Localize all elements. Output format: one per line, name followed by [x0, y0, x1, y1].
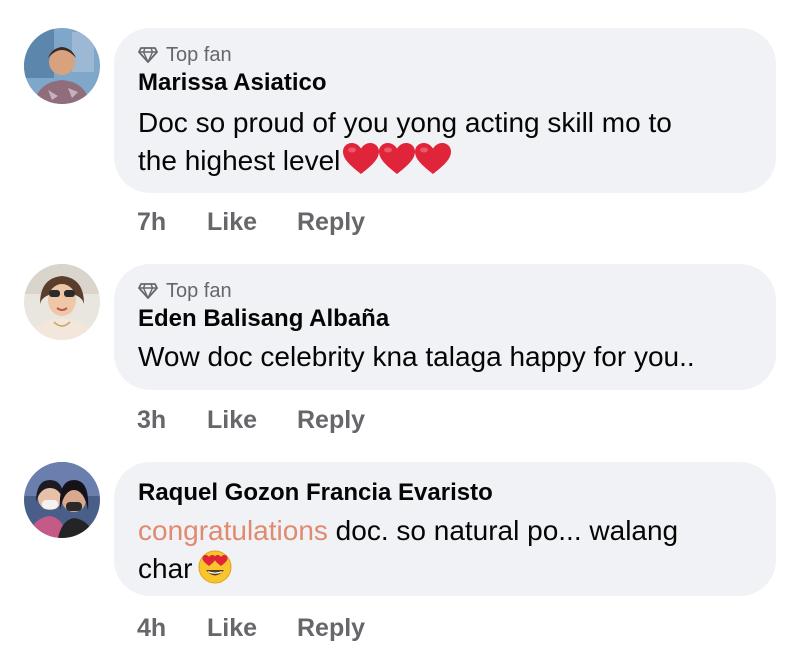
reply-button[interactable]: Reply — [297, 405, 365, 435]
avatar[interactable] — [24, 462, 100, 538]
like-button[interactable]: Like — [207, 207, 297, 237]
comment-text: Doc so proud of you yong acting skill mo… — [138, 104, 752, 186]
comment-author[interactable]: Marissa Asiatico — [138, 68, 752, 98]
reply-button[interactable]: Reply — [297, 613, 365, 643]
comment-bubble: Top fan Marissa Asiatico Doc so proud of… — [114, 28, 776, 193]
comment-text: Wow doc celebrity kna talaga happy for y… — [138, 338, 752, 376]
top-fan-label: Top fan — [166, 279, 232, 302]
like-button[interactable]: Like — [207, 613, 297, 643]
comment-text-fragment: doc. so natural po... walang — [327, 515, 679, 546]
comment-bubble: Top fan Eden Balisang Albaña Wow doc cel… — [114, 264, 776, 390]
comment-text-fragment: the highest level — [138, 145, 341, 176]
heart-icon — [378, 142, 416, 186]
comment-text-line: Wow doc celebrity kna talaga happy for y… — [138, 341, 695, 372]
heart-icon — [414, 142, 452, 186]
heart-icon — [342, 142, 380, 186]
comment-actions: 3h Like Reply — [137, 405, 365, 435]
like-button[interactable]: Like — [207, 405, 297, 435]
top-fan-label: Top fan — [166, 43, 232, 66]
top-fan-badge: Top fan — [138, 42, 752, 68]
comment-text-fragment: char — [138, 553, 193, 584]
comment-text-line: congratulations doc. so natural po... wa… — [138, 512, 752, 550]
top-fan-badge: Top fan — [138, 278, 752, 304]
comment-actions: 7h Like Reply — [137, 207, 365, 237]
comment-timestamp[interactable]: 7h — [137, 207, 207, 237]
avatar[interactable] — [24, 28, 100, 104]
comment-timestamp[interactable]: 3h — [137, 405, 207, 435]
comment-timestamp[interactable]: 4h — [137, 613, 207, 643]
diamond-icon — [138, 47, 158, 63]
comment-actions: 4h Like Reply — [137, 613, 365, 643]
comment-author[interactable]: Raquel Gozon Francia Evaristo — [138, 478, 752, 508]
diamond-icon — [138, 283, 158, 299]
mention-link[interactable]: congratulations — [138, 515, 328, 546]
comment-text-line: Doc so proud of you yong acting skill mo… — [138, 107, 672, 138]
comment-bubble: Raquel Gozon Francia Evaristo congratula… — [114, 462, 776, 596]
comment-text-line: char — [138, 550, 752, 594]
comment-text-line: the highest level — [138, 142, 752, 186]
comment-author[interactable]: Eden Balisang Albaña — [138, 304, 752, 334]
heart-eyes-emoji-icon — [198, 550, 232, 594]
reply-button[interactable]: Reply — [297, 207, 365, 237]
avatar[interactable] — [24, 264, 100, 340]
comment-text: congratulations doc. so natural po... wa… — [138, 512, 752, 594]
